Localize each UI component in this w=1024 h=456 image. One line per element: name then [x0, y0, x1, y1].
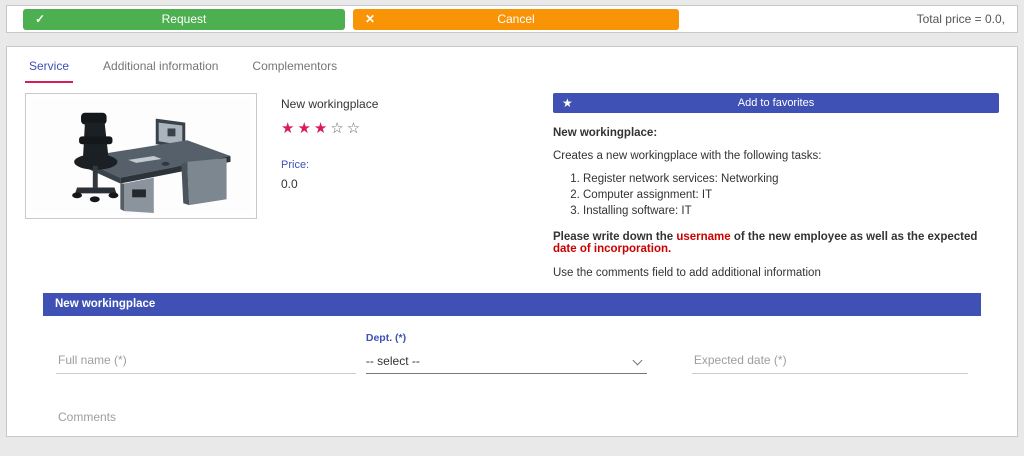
star-filled-icons: ★★★	[281, 120, 331, 137]
task-item: Computer assignment: IT	[583, 187, 999, 203]
service-image	[25, 93, 257, 219]
service-detail-card: Service Additional information Complemen…	[6, 46, 1018, 456]
desk-illustration	[29, 97, 253, 215]
note-highlight-date: date of incorporation.	[553, 243, 672, 256]
star-empty-icons: ☆☆	[330, 120, 364, 137]
request-button-label: Request	[161, 12, 207, 26]
note-text: of the new employee as well as the expec…	[730, 231, 978, 244]
check-icon: ✓	[35, 12, 46, 26]
description-footer: Use the comments field to add additional…	[553, 267, 821, 280]
service-description: New workingplace: Creates a new workingp…	[553, 127, 999, 279]
add-to-favorites-button[interactable]: ★ Add to favorites	[553, 93, 999, 113]
description-intro: Creates a new workingplace with the foll…	[553, 150, 822, 162]
total-price-text: Total price = 0.0,	[916, 12, 1005, 26]
tab-complementors[interactable]: Complementors	[248, 59, 341, 83]
note-highlight-username: username	[676, 231, 731, 244]
form-header: New workingplace	[43, 293, 981, 317]
task-item: Installing software: IT	[583, 203, 999, 219]
tab-service[interactable]: Service	[25, 59, 74, 83]
expected-date-input[interactable]	[691, 349, 968, 375]
tab-additional-information[interactable]: Additional information	[99, 59, 222, 83]
action-bar: ✓ Request ✕ Cancel Total price = 0.0,	[6, 5, 1018, 33]
cancel-button-label: Cancel	[497, 12, 535, 26]
dept-select[interactable]: -- select --	[365, 351, 647, 374]
full-name-input[interactable]	[56, 349, 356, 375]
add-to-favorites-label: Add to favorites	[737, 97, 815, 109]
tab-bar: Service Additional information Complemen…	[7, 47, 1017, 83]
task-list: Register network services: Networking Co…	[583, 171, 999, 219]
note-text: Please write down the	[553, 231, 677, 244]
rating-stars[interactable]: ★★★☆☆	[281, 119, 513, 137]
comments-textarea[interactable]	[56, 398, 337, 456]
dept-label: Dept. (*)	[365, 332, 407, 345]
price-label: Price:	[281, 159, 310, 171]
service-title: New workingplace	[281, 97, 379, 111]
cancel-button[interactable]: ✕ Cancel	[353, 8, 679, 30]
request-button[interactable]: ✓ Request	[23, 8, 345, 30]
x-icon: ✕	[365, 12, 376, 26]
price-value: 0.0	[281, 177, 298, 191]
task-item: Register network services: Networking	[583, 171, 999, 187]
description-note: Please write down the username of the ne…	[553, 231, 999, 255]
star-icon: ★	[562, 96, 573, 110]
new-workingplace-form: New workingplace Dept. (*) -- select --	[43, 293, 981, 456]
description-heading: New workingplace:	[553, 127, 658, 139]
